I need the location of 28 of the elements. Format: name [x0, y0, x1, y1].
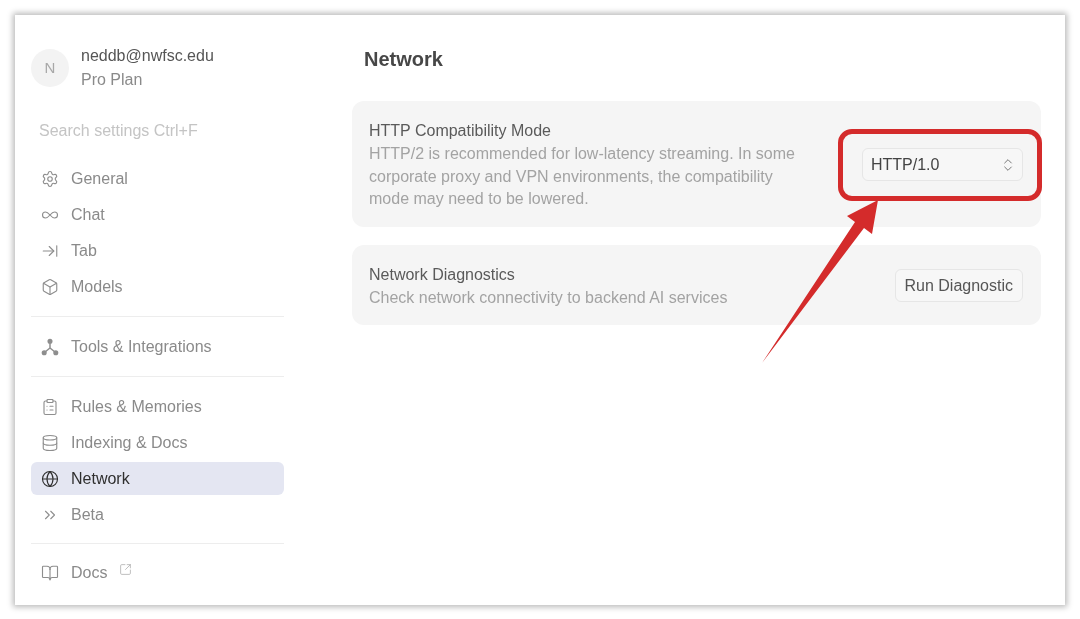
run-diagnostic-button[interactable]: Run Diagnostic	[894, 269, 1023, 303]
clipboard-icon	[41, 397, 59, 416]
docs-link[interactable]: Docs	[31, 556, 143, 589]
sidebar-item[interactable]: Chat	[31, 198, 284, 231]
sidebar-item[interactable]: Rules & Memories	[31, 390, 284, 423]
sidebar-item[interactable]: Tab	[31, 234, 284, 267]
account-email: neddb@nwfsc.edu	[81, 46, 214, 66]
setting-description: Check network connectivity to backend AI services	[369, 287, 729, 308]
sidebar-item[interactable]: Models	[31, 270, 284, 303]
database-icon	[41, 433, 59, 452]
protocol-select[interactable]: HTTP/1.0	[862, 148, 1023, 182]
globe-icon	[41, 469, 59, 488]
search-field[interactable]: Search settings Ctrl+F	[31, 117, 284, 145]
sidebar-item[interactable]: Network	[31, 462, 284, 495]
setting-title: HTTP Compatibility Mode	[369, 121, 552, 141]
setting-title: Network Diagnostics	[369, 264, 516, 285]
page-title: Network	[364, 47, 444, 72]
sidebar-item[interactable]: Beta	[31, 498, 284, 531]
sidebar-item[interactable]: General	[31, 162, 284, 195]
sidebar-item[interactable]: Tools & Integrations	[31, 330, 284, 363]
avatar: N	[31, 49, 69, 87]
account-plan: Pro Plan	[81, 70, 144, 90]
book-icon	[41, 563, 59, 582]
sidebar-item[interactable]: Indexing & Docs	[31, 426, 284, 459]
nodes-icon	[41, 337, 59, 356]
setting-description: HTTP/2 is recommended for low-latency streaming. In some corporate proxy and VPN environments, the compatibility mode may need to be lowered.	[369, 144, 796, 209]
gear-icon	[41, 169, 59, 188]
cube-icon	[41, 277, 59, 296]
